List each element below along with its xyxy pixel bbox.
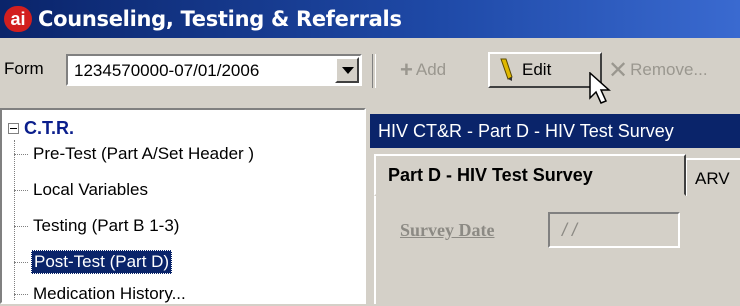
- tree-item-post-test[interactable]: Post-Test (Part D): [14, 250, 173, 274]
- tree-item-label: Medication History...: [33, 284, 186, 303]
- survey-date-field[interactable]: / /: [548, 212, 680, 248]
- plus-icon: +: [400, 57, 413, 82]
- chevron-down-icon: [342, 67, 354, 74]
- tab-label: Part D - HIV Test Survey: [388, 165, 593, 185]
- collapse-icon[interactable]: [8, 123, 19, 134]
- add-button-label: Add: [415, 60, 447, 79]
- form-label: Form: [4, 59, 44, 78]
- survey-date-label: Survey Date: [400, 220, 495, 240]
- survey-date-value: / /: [562, 220, 578, 240]
- remove-button-label: Remove...: [630, 60, 708, 79]
- dropdown-arrow-button[interactable]: [335, 57, 359, 83]
- form-dropdown[interactable]: 1234570000-07/01/2006: [66, 54, 362, 86]
- tree-item-label: Testing (Part B 1-3): [33, 216, 180, 235]
- edit-button-label: Edit: [522, 60, 552, 79]
- tree-root[interactable]: C.T.R.: [8, 118, 74, 139]
- tree-root-label: C.T.R.: [24, 118, 75, 138]
- detail-panel: HIV CT&R - Part D - HIV Test Survey Part…: [370, 108, 740, 304]
- tree-item-pre-test[interactable]: Pre-Test (Part A/Set Header ): [14, 142, 256, 166]
- window-title: Counseling, Testing & Referrals: [38, 7, 402, 31]
- tree-item-label: Pre-Test (Part A/Set Header ): [33, 144, 255, 163]
- tree-item-label: Post-Test (Part D): [31, 250, 173, 274]
- app-logo-icon: ai: [4, 6, 32, 32]
- toolbar-separator: [372, 54, 376, 88]
- remove-button[interactable]: ✕ Remove...: [608, 52, 740, 88]
- section-header: HIV CT&R - Part D - HIV Test Survey: [370, 114, 740, 148]
- tree-item-label: Local Variables: [33, 180, 148, 199]
- navigation-tree[interactable]: C.T.R. Pre-Test (Part A/Set Header ) Loc…: [0, 108, 366, 304]
- edit-button[interactable]: Edit: [488, 52, 602, 88]
- mouse-cursor-icon: [589, 72, 611, 104]
- tab-label: ARV: [695, 169, 730, 188]
- tab-arv[interactable]: ARV: [686, 158, 740, 196]
- tree-item-local-variables[interactable]: Local Variables: [14, 178, 150, 202]
- form-dropdown-value: 1234570000-07/01/2006: [74, 61, 260, 80]
- pencil-icon: [500, 58, 513, 81]
- section-header-title: HIV CT&R - Part D - HIV Test Survey: [378, 121, 674, 141]
- add-button[interactable]: + Add: [400, 52, 470, 88]
- tree-item-medication-history[interactable]: Medication History...: [14, 282, 188, 306]
- title-bar: ai Counseling, Testing & Referrals: [0, 0, 740, 38]
- tree-item-testing[interactable]: Testing (Part B 1-3): [14, 214, 181, 238]
- tab-part-d-survey[interactable]: Part D - HIV Test Survey: [374, 154, 686, 196]
